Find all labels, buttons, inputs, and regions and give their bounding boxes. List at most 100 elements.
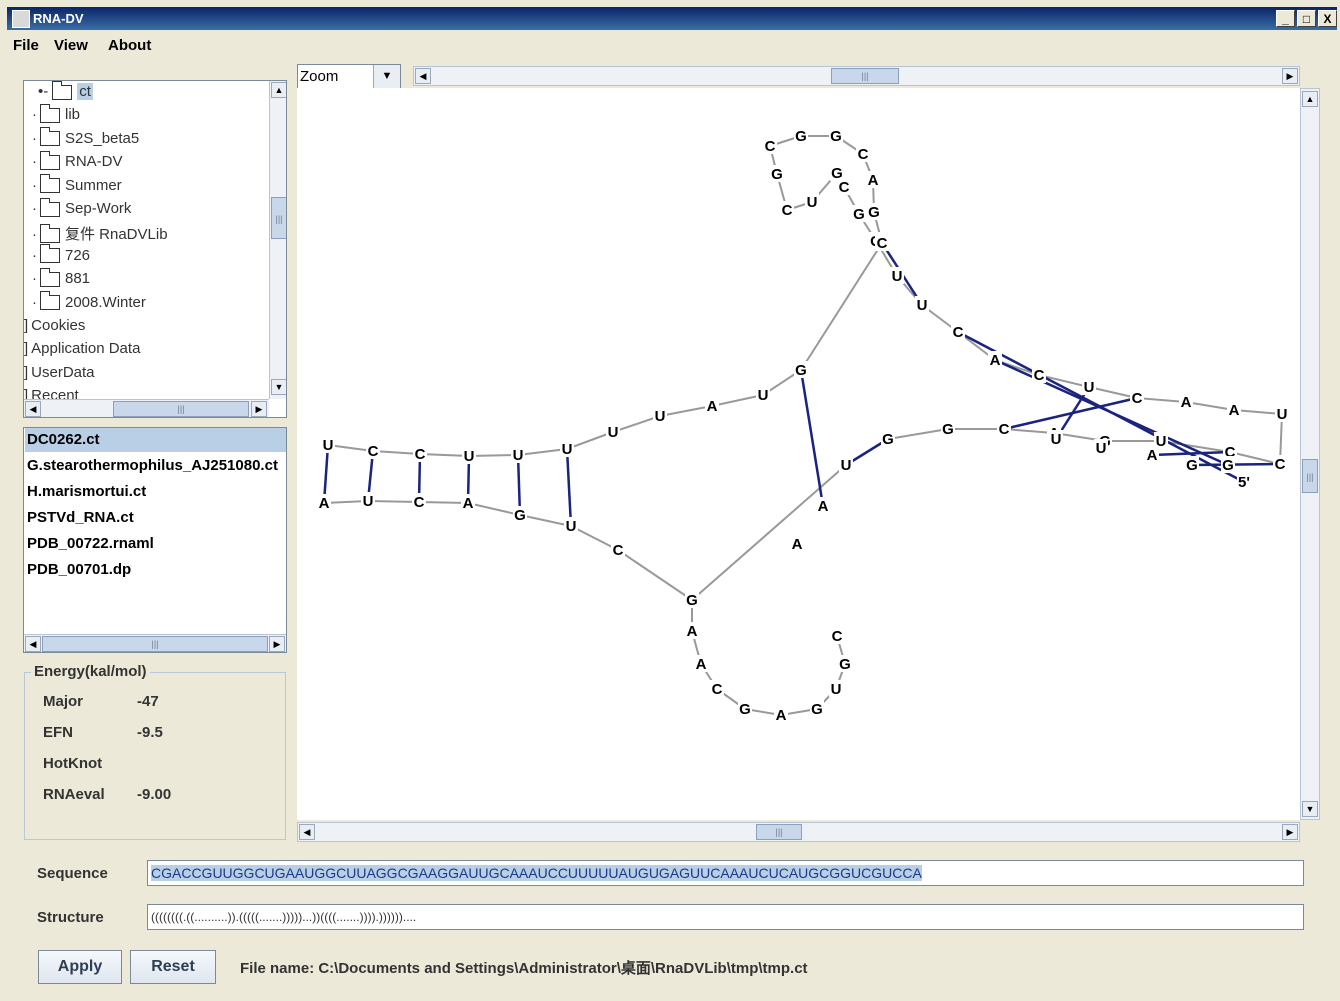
structure-field[interactable]: ((((((((.((..........)).(((((.......))))… xyxy=(147,904,1304,930)
nucleotide[interactable]: U xyxy=(608,424,619,441)
tree-item[interactable]: · S2S_beta5 xyxy=(32,127,139,152)
nucleotide[interactable]: U xyxy=(1277,406,1288,423)
nucleotide[interactable]: C xyxy=(999,421,1010,438)
file-list-item[interactable]: G.stearothermophilus_AJ251080.ct xyxy=(25,454,286,478)
scroll-right-icon[interactable]: ▶ xyxy=(1282,824,1298,840)
nucleotide[interactable]: C xyxy=(782,202,793,219)
scroll-right-icon[interactable]: ▶ xyxy=(251,401,267,417)
nucleotide[interactable]: U xyxy=(917,297,928,314)
close-button[interactable]: X xyxy=(1318,10,1337,27)
menu-file[interactable]: File xyxy=(13,37,39,54)
nucleotide[interactable]: C xyxy=(832,628,843,645)
nucleotide[interactable]: U xyxy=(513,447,524,464)
viewer-top-scroll-thumb[interactable]: ||| xyxy=(831,68,899,84)
scroll-left-icon[interactable]: ◀ xyxy=(299,824,315,840)
scroll-right-icon[interactable]: ▶ xyxy=(269,636,285,652)
nucleotide[interactable]: G xyxy=(853,206,865,223)
nucleotide[interactable]: G xyxy=(795,362,807,379)
nucleotide[interactable]: G xyxy=(795,128,807,145)
nucleotide[interactable]: A xyxy=(990,352,1001,369)
nucleotide[interactable]: C xyxy=(613,542,624,559)
rna-structure-canvas[interactable]: UCCUUUUUAUGUUGAGUCCUAACUCACUUGGCGUCGCGGC… xyxy=(297,88,1300,820)
nucleotide[interactable]: U xyxy=(1096,440,1107,457)
nucleotide[interactable]: G xyxy=(1186,457,1198,474)
scroll-left-icon[interactable]: ◀ xyxy=(25,401,41,417)
nucleotide[interactable]: C xyxy=(1275,456,1286,473)
nucleotide[interactable]: U xyxy=(831,681,842,698)
nucleotide[interactable]: C xyxy=(368,443,379,460)
tree-item[interactable]: · RNA-DV xyxy=(32,150,123,175)
scroll-right-icon[interactable]: ▶ xyxy=(1282,68,1298,84)
nucleotide[interactable]: A xyxy=(818,498,829,515)
nucleotide[interactable]: A xyxy=(1181,394,1192,411)
nucleotide[interactable]: G xyxy=(868,204,880,221)
nucleotide[interactable]: A xyxy=(319,495,330,512)
nucleotide[interactable]: U xyxy=(841,457,852,474)
file-list-item[interactable]: PDB_00701.dp xyxy=(25,558,286,582)
nucleotide[interactable]: C xyxy=(712,681,723,698)
nucleotide[interactable]: U xyxy=(363,493,374,510)
nucleotide[interactable]: C xyxy=(858,146,869,163)
nucleotide[interactable]: U xyxy=(1084,379,1095,396)
tree-item[interactable]: · 复件 RnaDVLib xyxy=(32,223,168,245)
chevron-down-icon[interactable]: ▼ xyxy=(373,65,400,88)
nucleotide[interactable]: G xyxy=(811,701,823,718)
file-list-item[interactable]: DC0262.ct xyxy=(25,428,286,452)
nucleotide[interactable]: A xyxy=(696,656,707,673)
nucleotide[interactable]: A xyxy=(1229,402,1240,419)
tree-item[interactable]: · Sep-Work xyxy=(32,197,131,222)
sequence-field[interactable]: CGACCGUUGGCUGAAUGGCUUAGGCGAAGGAUUGCAAAUC… xyxy=(147,860,1304,886)
nucleotide[interactable]: C xyxy=(1132,390,1143,407)
tree-item[interactable]: · 2008.Winter xyxy=(32,291,146,316)
nucleotide[interactable]: G xyxy=(839,656,851,673)
tree-item[interactable]: · 726 xyxy=(32,244,90,269)
nucleotide[interactable]: 5' xyxy=(1238,474,1250,491)
nucleotide[interactable]: A xyxy=(463,495,474,512)
zoom-select[interactable]: Zoom ▼ xyxy=(297,64,401,89)
scroll-up-icon[interactable]: ▲ xyxy=(271,82,286,98)
tree-item[interactable]: ] Application Data xyxy=(24,340,140,362)
nucleotide[interactable]: U xyxy=(562,441,573,458)
tree-item[interactable]: · 881 xyxy=(32,267,90,292)
scroll-down-icon[interactable]: ▼ xyxy=(1302,801,1318,817)
nucleotide[interactable]: A xyxy=(1147,447,1158,464)
tree-horizontal-scrollbar[interactable]: ◀ ||| ▶ xyxy=(24,399,269,417)
nucleotide[interactable]: C xyxy=(765,138,776,155)
file-list-scroll-thumb[interactable]: ||| xyxy=(42,636,268,652)
nucleotide[interactable]: G xyxy=(739,701,751,718)
nucleotide[interactable]: U xyxy=(464,448,475,465)
nucleotide[interactable]: U xyxy=(566,518,577,535)
nucleotide[interactable]: G xyxy=(1222,457,1234,474)
nucleotide[interactable]: U xyxy=(758,387,769,404)
viewer-vscroll-thumb[interactable]: ||| xyxy=(1302,459,1318,493)
menu-view[interactable]: View xyxy=(54,37,88,54)
nucleotide[interactable]: G xyxy=(830,128,842,145)
nucleotide[interactable]: G xyxy=(514,507,526,524)
scroll-left-icon[interactable]: ◀ xyxy=(25,636,41,652)
viewer-bottom-scroll-thumb[interactable]: ||| xyxy=(756,824,802,840)
tree-hscroll-thumb[interactable]: ||| xyxy=(113,401,249,417)
nucleotide[interactable]: G xyxy=(882,431,894,448)
nucleotide[interactable]: G xyxy=(771,166,783,183)
file-list-item[interactable]: PSTVd_RNA.ct xyxy=(25,506,286,530)
nucleotide[interactable]: U xyxy=(807,194,818,211)
viewer-top-scrollbar[interactable]: ◀ ||| ▶ xyxy=(413,66,1300,86)
file-list-item[interactable]: H.marismortui.ct xyxy=(25,480,286,504)
scroll-up-icon[interactable]: ▲ xyxy=(1302,91,1318,107)
tree-item[interactable]: · lib xyxy=(32,103,80,128)
nucleotide[interactable]: A xyxy=(707,398,718,415)
maximize-button[interactable]: □ xyxy=(1297,10,1316,27)
nucleotide[interactable]: C xyxy=(415,446,426,463)
file-list-item[interactable]: PDB_00722.rnaml xyxy=(25,532,286,556)
nucleotide[interactable]: A xyxy=(868,172,879,189)
file-list-horizontal-scrollbar[interactable]: ◀ ||| ▶ xyxy=(24,634,286,652)
nucleotide[interactable]: U xyxy=(892,268,903,285)
reset-button[interactable]: Reset xyxy=(130,950,216,984)
nucleotide[interactable]: U xyxy=(1051,431,1062,448)
nucleotide[interactable]: G xyxy=(831,165,843,182)
menu-about[interactable]: About xyxy=(108,37,151,54)
viewer-vertical-scrollbar[interactable]: ▲ ||| ▼ xyxy=(1300,88,1320,820)
tree-expand-icon[interactable]: •- xyxy=(38,83,48,100)
nucleotide[interactable]: U xyxy=(323,437,334,454)
tree-item[interactable]: •- ct xyxy=(38,81,93,105)
